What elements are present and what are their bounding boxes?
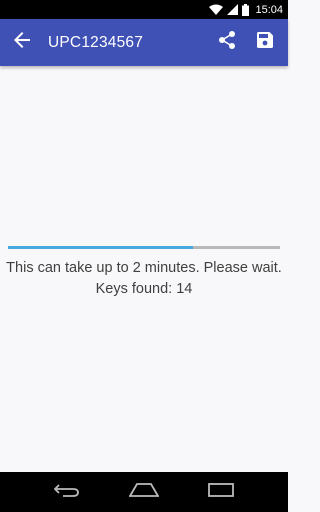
back-icon — [53, 483, 80, 502]
wifi-icon — [209, 4, 224, 15]
battery-icon — [242, 3, 250, 16]
home-icon — [128, 482, 160, 502]
main-content: This can take up to 2 minutes. Please wa… — [0, 66, 288, 472]
share-icon — [219, 31, 235, 54]
back-button[interactable] — [0, 19, 44, 66]
navigation-bar — [0, 472, 288, 512]
nav-back-button[interactable] — [47, 472, 87, 512]
status-bar: 15:04 — [0, 0, 288, 19]
progress-bar — [8, 246, 280, 249]
recents-icon — [208, 482, 235, 502]
status-time: 15:04 — [255, 3, 283, 16]
cell-signal-icon — [227, 4, 239, 15]
share-button[interactable] — [208, 19, 246, 66]
progress-message: This can take up to 2 minutes. Please wa… — [6, 260, 282, 297]
nav-recents-button[interactable] — [201, 472, 241, 512]
save-icon — [257, 32, 273, 53]
app-bar: UPC1234567 — [0, 19, 288, 66]
save-button[interactable] — [246, 19, 284, 66]
arrow-back-icon — [14, 32, 30, 53]
page-title: UPC1234567 — [48, 33, 144, 51]
nav-home-button[interactable] — [124, 472, 164, 512]
progress-bar-fill — [8, 246, 193, 249]
